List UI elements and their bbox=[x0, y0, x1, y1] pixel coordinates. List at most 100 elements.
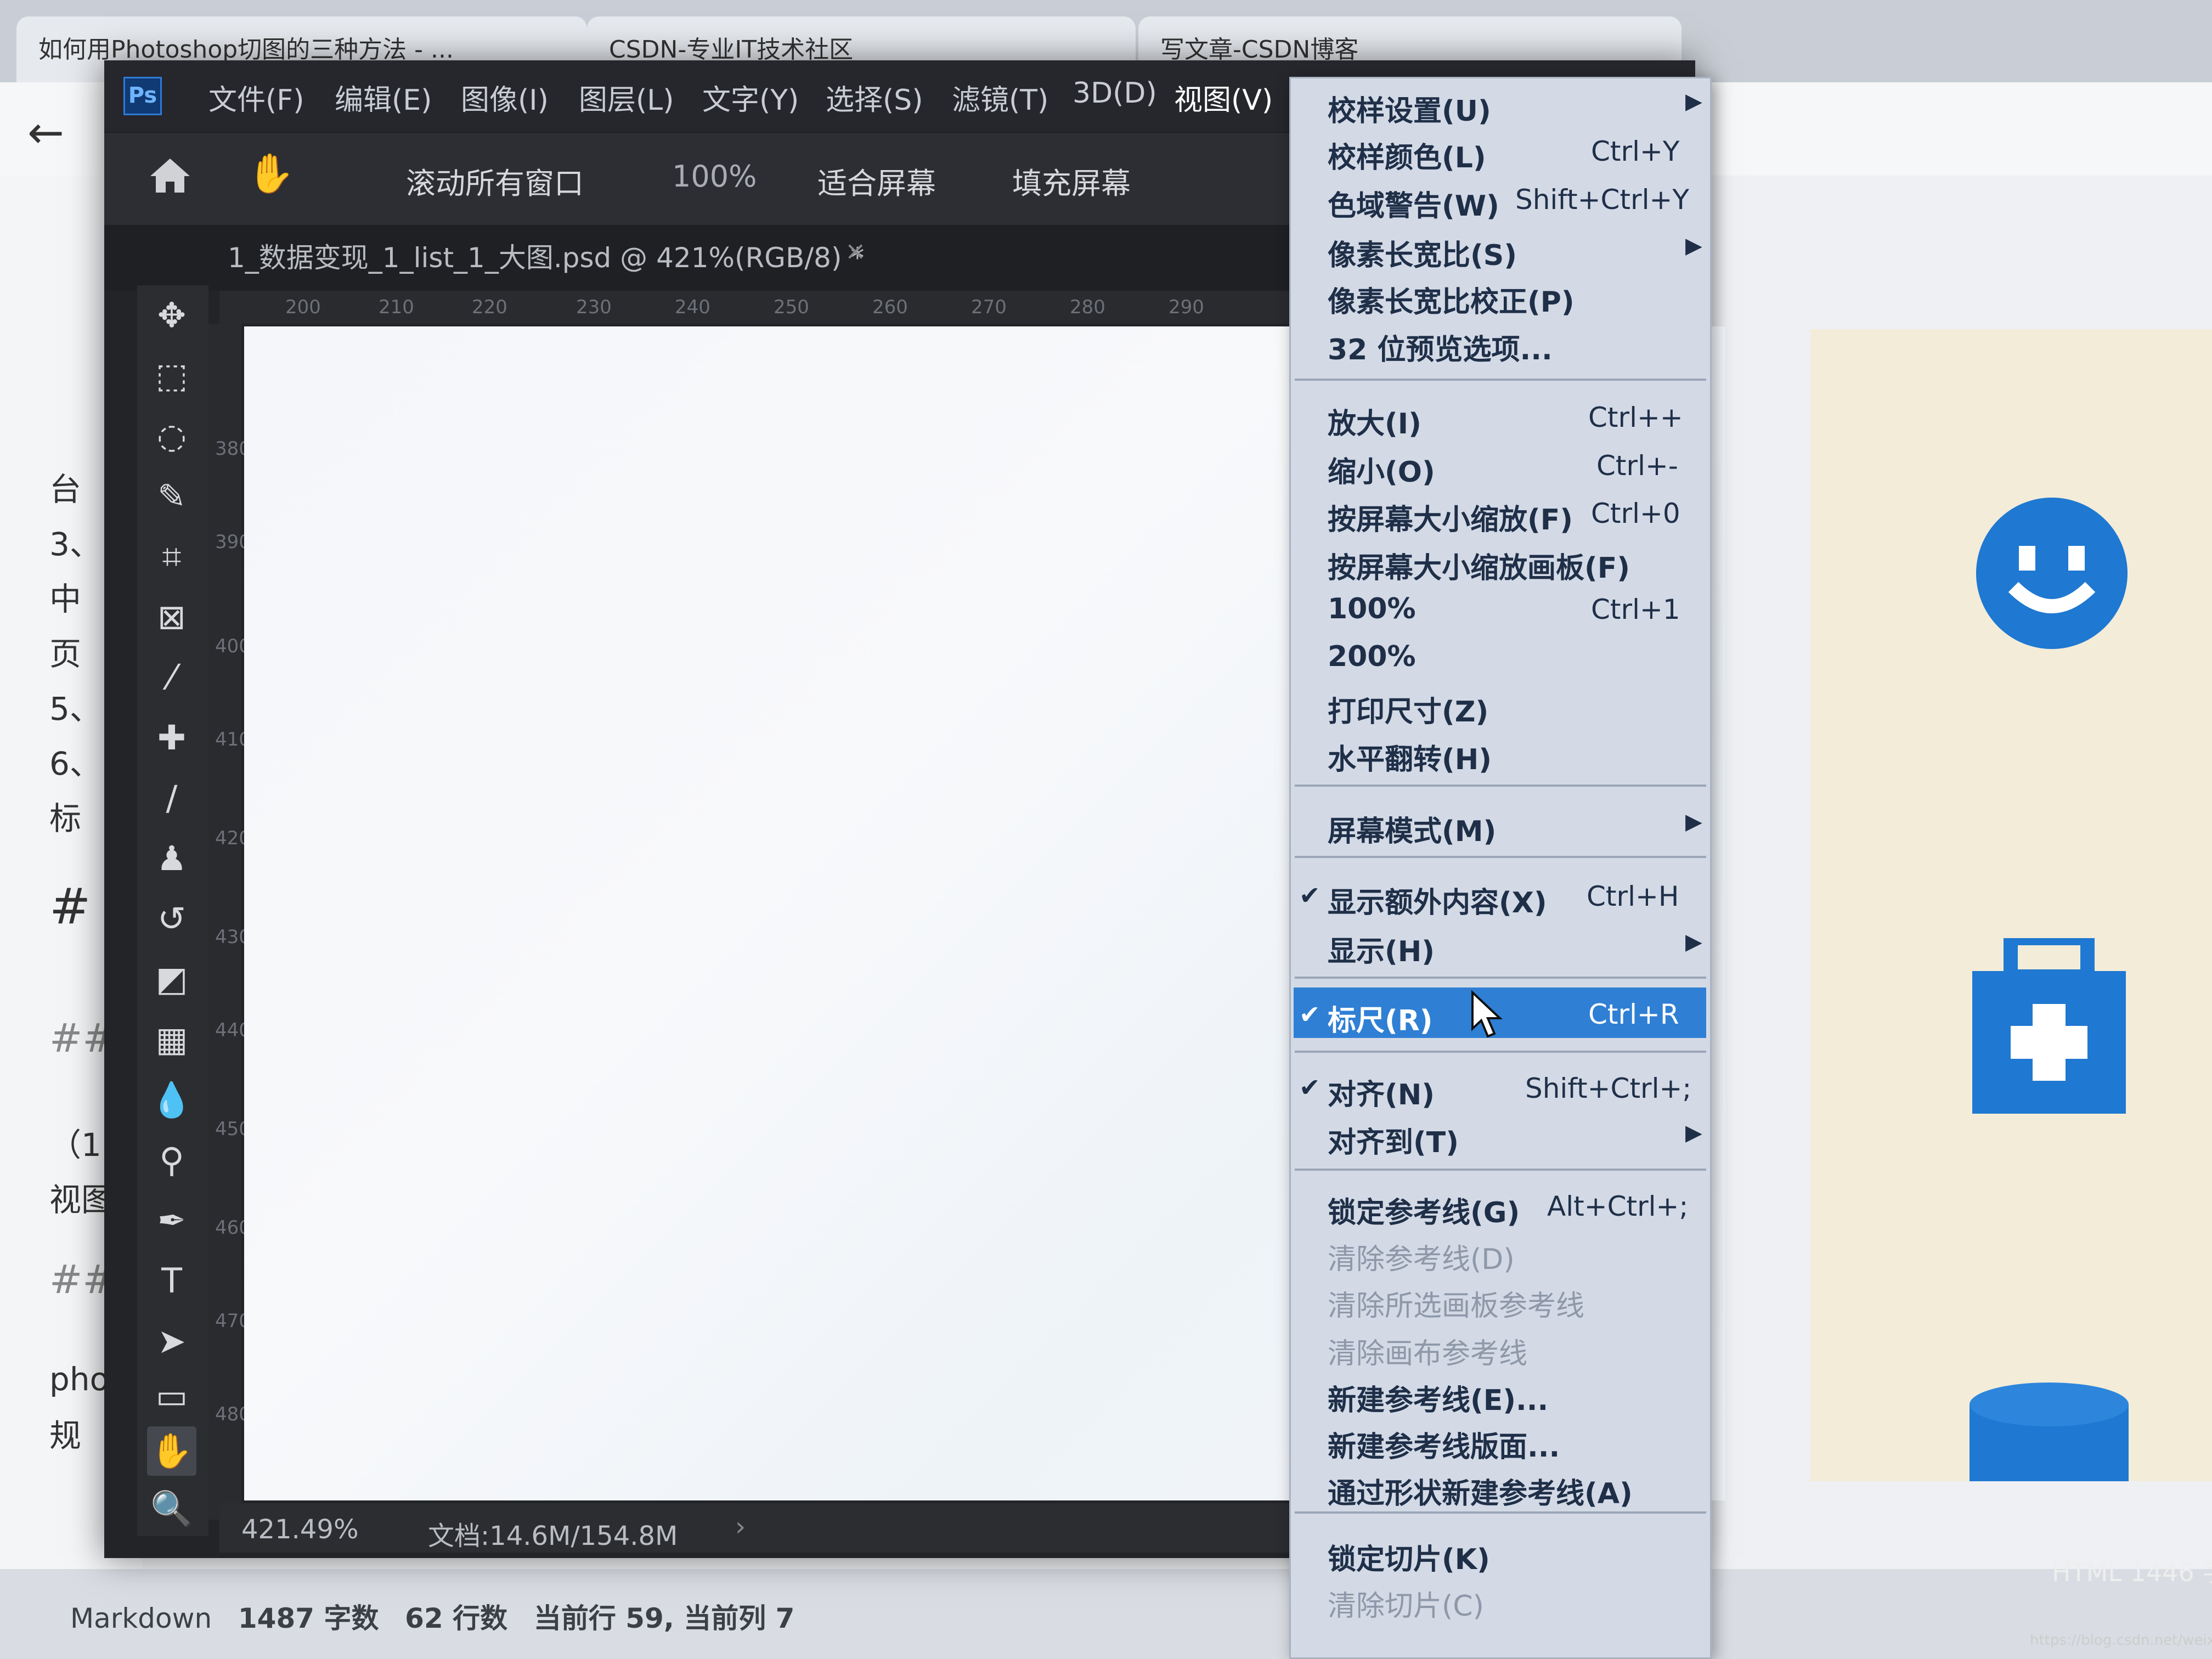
marquee-tool-icon[interactable]: ⬚ bbox=[147, 351, 196, 400]
pen-tool-icon[interactable]: ✒ bbox=[147, 1196, 196, 1245]
menu-item-show[interactable]: 显示(H) bbox=[1328, 928, 1435, 969]
back-arrow-icon[interactable]: ← bbox=[27, 107, 64, 158]
path-select-tool-icon[interactable]: ➤ bbox=[147, 1317, 196, 1366]
home-icon[interactable] bbox=[148, 156, 192, 195]
stamp-tool-icon[interactable]: ♟ bbox=[147, 834, 196, 883]
rectangle-tool-icon[interactable]: ▭ bbox=[147, 1372, 196, 1421]
lasso-tool-icon[interactable]: ◌ bbox=[147, 411, 196, 461]
menu-filter[interactable]: 滤镜(T) bbox=[952, 77, 1048, 118]
menu-select[interactable]: 选择(S) bbox=[826, 77, 923, 118]
ruler-label: 260 bbox=[872, 296, 908, 318]
menu-item-print-size[interactable]: 打印尺寸(Z) bbox=[1328, 689, 1488, 730]
editor-line: 台 bbox=[49, 471, 82, 508]
menu-item-new-guide-layout[interactable]: 新建参考线版面... bbox=[1328, 1424, 1560, 1465]
cylinder-icon bbox=[1970, 1383, 2129, 1481]
menu-file[interactable]: 文件(F) bbox=[208, 77, 304, 118]
shortcut: Ctrl+1 bbox=[1591, 594, 1680, 625]
menu-view[interactable]: 视图(V) bbox=[1174, 77, 1273, 118]
frame-tool-icon[interactable]: ⊠ bbox=[147, 592, 196, 642]
dodge-tool-icon[interactable]: ⚲ bbox=[147, 1136, 196, 1185]
zoom-level[interactable]: 421.49% bbox=[241, 1514, 359, 1545]
scroll-all-windows-checkbox[interactable]: 滚动所有窗口 bbox=[406, 159, 584, 202]
ruler-label: 410 bbox=[215, 730, 251, 749]
editor-line: pho bbox=[49, 1361, 110, 1398]
fill-screen-button[interactable]: 填充屏幕 bbox=[1012, 159, 1131, 202]
menu-item-proof-colors[interactable]: 校样颜色(L) bbox=[1328, 134, 1486, 176]
type-tool-icon[interactable]: T bbox=[147, 1256, 196, 1306]
submenu-arrow-icon: ▶ bbox=[1685, 809, 1702, 834]
menu-separator bbox=[1295, 1169, 1706, 1171]
ruler-label: 210 bbox=[379, 296, 414, 318]
menu-item-zoom-in[interactable]: 放大(I) bbox=[1328, 400, 1421, 442]
menu-item-lock-slices[interactable]: 锁定切片(K) bbox=[1328, 1536, 1490, 1577]
ruler-label: 380 bbox=[215, 439, 251, 459]
menu-item-extras[interactable]: 显示额外内容(X) bbox=[1328, 879, 1547, 921]
menu-item-pixel-aspect-ratio[interactable]: 像素长宽比(S) bbox=[1328, 232, 1517, 273]
editor-line: （1 bbox=[49, 1126, 101, 1164]
menu-item-rulers[interactable]: 标尺(R) bbox=[1328, 997, 1433, 1039]
checkmark-icon: ✔ bbox=[1299, 1000, 1321, 1029]
ruler-vertical[interactable] bbox=[208, 324, 241, 1520]
hand-tool-icon[interactable]: ✋ bbox=[147, 1426, 196, 1476]
menu-item-lock-guides[interactable]: 锁定参考线(G) bbox=[1328, 1189, 1520, 1231]
history-brush-tool-icon[interactable]: ↺ bbox=[147, 894, 196, 944]
menu-separator bbox=[1295, 785, 1706, 787]
menu-item-pixel-aspect-correction[interactable]: 像素长宽比校正(P) bbox=[1328, 279, 1575, 320]
menu-item-gamut-warning[interactable]: 色域警告(W) bbox=[1328, 183, 1499, 224]
gradient-tool-icon[interactable]: ▦ bbox=[147, 1015, 196, 1064]
submenu-arrow-icon: ▶ bbox=[1685, 233, 1702, 258]
editor-line: # bbox=[49, 878, 91, 935]
menu-item-clear-artboard-guides: 清除所选画板参考线 bbox=[1328, 1290, 1585, 1323]
shortcut: Ctrl+Y bbox=[1591, 136, 1680, 167]
menu-3d[interactable]: 3D(D) bbox=[1073, 77, 1157, 110]
shortcut: Shift+Ctrl+Y bbox=[1515, 184, 1689, 216]
document-tab[interactable]: 1_数据变现_1_list_1_大图.psd @ 421%(RGB/8) * bbox=[228, 236, 864, 275]
menu-item-snap-to[interactable]: 对齐到(T) bbox=[1328, 1119, 1459, 1160]
menu-item-fit-artboard[interactable]: 按屏幕大小缩放画板(F) bbox=[1328, 545, 1630, 586]
eyedropper-tool-icon[interactable]: ⁄ bbox=[147, 653, 196, 702]
ruler-label: 450 bbox=[215, 1119, 251, 1139]
status-position: 当前行 59, 当前列 7 bbox=[533, 1602, 795, 1634]
document-size: 文档:14.6M/154.8M bbox=[428, 1521, 678, 1551]
menu-item-32bit-preview[interactable]: 32 位预览选项... bbox=[1328, 326, 1553, 368]
menu-item-new-guides-from-shape[interactable]: 通过形状新建参考线(A) bbox=[1328, 1470, 1633, 1511]
menu-item-snap[interactable]: 对齐(N) bbox=[1328, 1071, 1435, 1113]
menu-item-fit-on-screen[interactable]: 按屏幕大小缩放(F) bbox=[1328, 496, 1573, 538]
submenu-arrow-icon: ▶ bbox=[1685, 1120, 1702, 1146]
menu-item-flip-horizontal[interactable]: 水平翻转(H) bbox=[1328, 736, 1492, 777]
shortcut: Ctrl+- bbox=[1596, 450, 1678, 482]
brush-tool-icon[interactable]: ∕ bbox=[147, 774, 196, 823]
menu-image[interactable]: 图像(I) bbox=[461, 77, 549, 118]
checkmark-icon: ✔ bbox=[1299, 1073, 1321, 1102]
status-mode: Markdown bbox=[70, 1602, 212, 1634]
fit-screen-button[interactable]: 适合屏幕 bbox=[817, 159, 936, 202]
smiley-icon bbox=[1976, 498, 2128, 649]
menu-edit[interactable]: 编辑(E) bbox=[335, 77, 432, 118]
menu-item-screen-mode[interactable]: 屏幕模式(M) bbox=[1328, 808, 1496, 849]
menu-item-new-guide[interactable]: 新建参考线(E)... bbox=[1328, 1377, 1548, 1418]
menu-item-100-percent[interactable]: 100% bbox=[1328, 592, 1416, 625]
chevron-right-icon[interactable]: › bbox=[735, 1511, 746, 1542]
menu-item-zoom-out[interactable]: 缩小(O) bbox=[1328, 449, 1435, 490]
menu-separator bbox=[1295, 977, 1706, 979]
ruler-label: 270 bbox=[971, 296, 1007, 318]
eraser-tool-icon[interactable]: ◩ bbox=[147, 955, 196, 1004]
close-icon[interactable]: × bbox=[845, 236, 866, 266]
menu-type[interactable]: 文字(Y) bbox=[702, 77, 799, 118]
editor-line: 规 bbox=[49, 1417, 82, 1454]
blur-tool-icon[interactable]: 💧 bbox=[147, 1075, 196, 1125]
healing-brush-tool-icon[interactable]: ✚ bbox=[147, 713, 196, 763]
menu-item-200-percent[interactable]: 200% bbox=[1328, 640, 1416, 673]
move-tool-icon[interactable]: ✥ bbox=[147, 291, 196, 340]
ruler-label: 230 bbox=[576, 296, 612, 318]
zoom-100-button[interactable]: 100% bbox=[672, 159, 757, 194]
menu-item-proof-setup[interactable]: 校样设置(U) bbox=[1328, 88, 1491, 129]
editor-line: 中 bbox=[49, 580, 82, 618]
shortcut: Ctrl+R bbox=[1588, 998, 1679, 1030]
quick-select-tool-icon[interactable]: ✎ bbox=[147, 472, 196, 521]
menu-layer[interactable]: 图层(L) bbox=[579, 77, 674, 118]
zoom-tool-icon[interactable]: 🔍 bbox=[147, 1484, 196, 1533]
ps-logo-icon[interactable]: Ps bbox=[123, 77, 162, 115]
crop-tool-icon[interactable]: ⌗ bbox=[147, 532, 196, 582]
ruler-label: 480 bbox=[215, 1404, 251, 1424]
